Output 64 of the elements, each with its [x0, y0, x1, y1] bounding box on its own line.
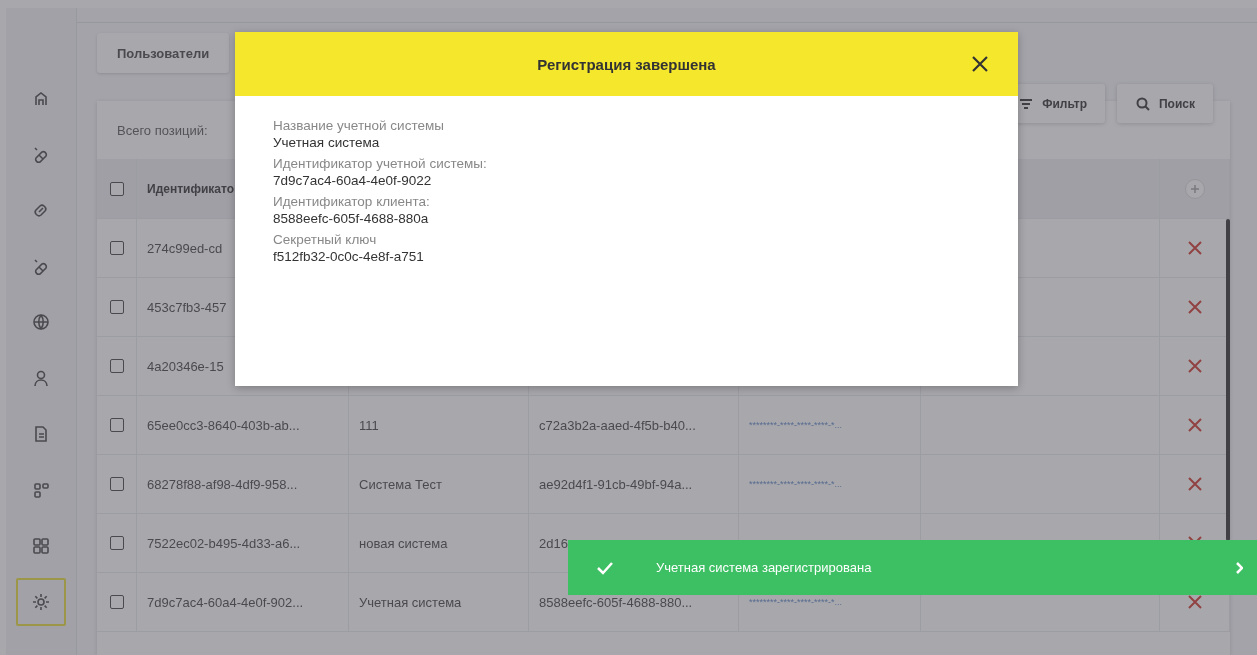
link-icon — [32, 201, 50, 219]
home-icon — [32, 89, 50, 107]
masked-secret: ********-****-****-****-*... — [749, 420, 843, 430]
checkbox[interactable] — [109, 536, 124, 550]
field-value: 8588eefc-605f-4688-880a — [273, 211, 430, 226]
checkbox[interactable] — [109, 241, 124, 255]
scrollbar[interactable] — [1226, 219, 1230, 541]
table-cell: 111 — [359, 417, 379, 433]
delete-icon[interactable] — [1186, 299, 1203, 315]
globe-icon — [32, 313, 50, 331]
masked-secret: ********-****-****-****-*... — [749, 479, 843, 489]
checkbox[interactable] — [109, 359, 124, 373]
blocks-icon — [32, 481, 50, 499]
modal-title: Регистрация завершена — [537, 55, 716, 73]
pill-icon — [32, 257, 50, 275]
table-cell: 453c7fb3-457 — [147, 299, 227, 315]
table-cell: 2d16 — [539, 535, 568, 551]
search-icon — [1135, 95, 1151, 112]
table-cell: 7522ec02-b495-4d33-a6... — [147, 535, 301, 551]
column-header: Идентификато — [147, 181, 235, 196]
table-cell: Система Тест — [359, 476, 442, 492]
delete-icon[interactable] — [1186, 594, 1203, 610]
table-cell: c72a3b2a-aaed-4f5b-b40... — [539, 417, 696, 433]
sidebar-item[interactable] — [16, 578, 66, 626]
table-cell: 274c99ed-cd — [147, 240, 223, 256]
table-cell: 4a20346e-15 — [147, 358, 224, 374]
field-label: Идентификатор учетной системы: — [273, 156, 488, 171]
chevron-icon[interactable] — [1235, 561, 1243, 574]
checkbox[interactable] — [109, 477, 124, 491]
checkbox[interactable] — [109, 300, 124, 314]
checkbox[interactable] — [109, 418, 124, 432]
user-icon — [32, 369, 50, 387]
delete-icon[interactable] — [1186, 358, 1203, 374]
field-value: f512fb32-0c0c-4e8f-a751 — [273, 249, 425, 264]
search-button[interactable]: Поиск — [1117, 84, 1213, 123]
close-icon[interactable] — [970, 54, 990, 74]
masked-secret: ********-****-****-****-*... — [749, 597, 843, 607]
table-cell: 68278f88-af98-4df9-958... — [147, 476, 298, 492]
table-cell: Учетная система — [359, 594, 462, 610]
table-cell: ae92d4f1-91cb-49bf-94a... — [539, 476, 693, 492]
delete-icon[interactable] — [1186, 476, 1203, 492]
settings-icon — [32, 593, 50, 611]
table-cell: 7d9c7ac4-60a4-4e0f-902... — [147, 594, 304, 610]
table-cell: новая система — [359, 535, 448, 551]
check-icon — [596, 560, 614, 575]
delete-icon[interactable] — [1186, 240, 1203, 256]
total-count: Всего позиций: — [117, 122, 208, 138]
delete-icon[interactable] — [1186, 417, 1203, 433]
table-cell: 8588eefc-605f-4688-880... — [539, 594, 693, 610]
pill-icon — [32, 145, 50, 163]
field-value: 7d9c7ac4-60a4-4e0f-9022 — [273, 173, 433, 188]
checkbox[interactable] — [109, 181, 124, 196]
field-label: Идентификатор клиента: — [273, 194, 431, 209]
grid-icon — [32, 537, 50, 555]
document-icon — [32, 425, 50, 443]
checkbox[interactable] — [109, 595, 124, 609]
table-cell: 65ee0cc3-8640-403b-ab... — [147, 417, 300, 433]
add-button[interactable] — [1184, 178, 1205, 199]
field-label: Секретный ключ — [273, 232, 378, 247]
plus-icon — [1189, 183, 1200, 194]
field-label: Название учетной системы — [273, 118, 445, 133]
toast-message: Учетная система зарегистрирована — [656, 560, 873, 575]
users-button[interactable]: Пользователи — [97, 33, 230, 73]
field-value: Учетная система — [273, 135, 381, 150]
